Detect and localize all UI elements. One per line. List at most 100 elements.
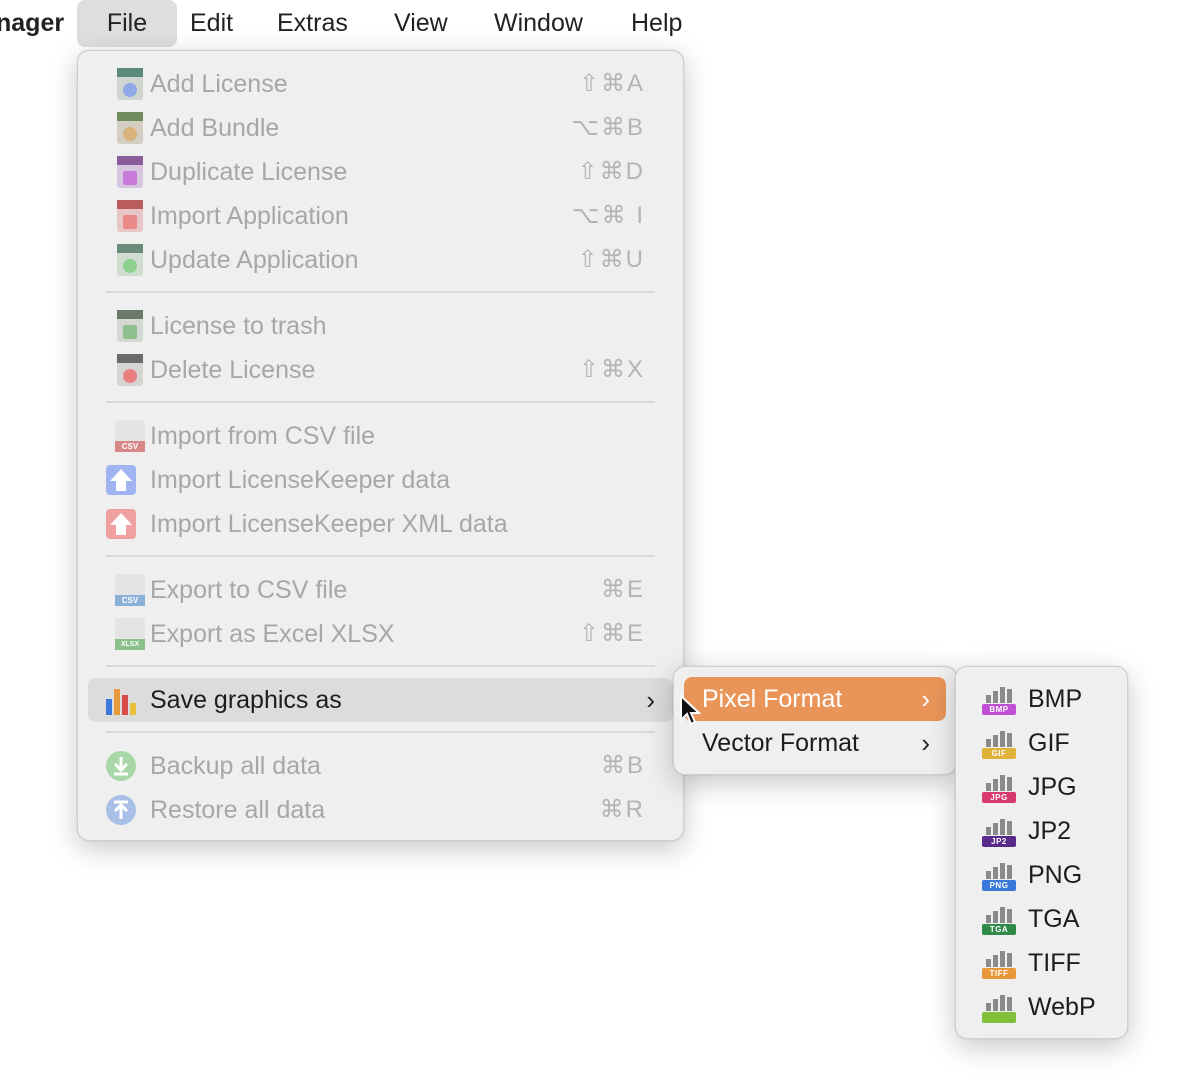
shortcut-label: ⇧⌘D bbox=[577, 158, 645, 185]
menu-item-format-jp2[interactable]: JP2 JP2 bbox=[966, 809, 1117, 853]
menu-item-add-license[interactable]: Add License ⇧⌘A bbox=[88, 62, 673, 106]
menu-item-import-application[interactable]: Import Application ⌥⌘ I bbox=[88, 194, 673, 238]
license-add-icon bbox=[117, 68, 143, 100]
image-format-icon: TIFF bbox=[982, 947, 1016, 979]
licensekeeper-import-icon bbox=[106, 465, 136, 495]
menu-item-format-tiff[interactable]: TIFF TIFF bbox=[966, 941, 1117, 985]
chevron-right-icon: › bbox=[921, 728, 930, 758]
menu-item-label: BMP bbox=[1028, 685, 1083, 713]
menu-item-format-bmp[interactable]: BMP BMP bbox=[966, 677, 1117, 721]
menu-separator bbox=[106, 665, 655, 667]
menu-item-label: Import LicenseKeeper XML data bbox=[150, 510, 508, 538]
menu-item-label: Pixel Format bbox=[702, 685, 843, 713]
menu-extras[interactable]: Extras bbox=[277, 0, 348, 48]
menu-item-label: Import Application bbox=[150, 202, 349, 230]
menu-item-label: License to trash bbox=[150, 312, 327, 340]
shortcut-label: ⇧⌘U bbox=[577, 246, 645, 273]
menu-item-label: Add License bbox=[150, 70, 288, 98]
licensekeeper-xml-import-icon bbox=[106, 509, 136, 539]
bundle-add-icon bbox=[117, 112, 143, 144]
chevron-right-icon: › bbox=[921, 684, 930, 714]
menu-item-format-gif[interactable]: GIF GIF bbox=[966, 721, 1117, 765]
menu-help[interactable]: Help bbox=[631, 0, 682, 48]
shortcut-label: ⌥⌘ I bbox=[572, 202, 645, 229]
menu-item-pixel-format[interactable]: Pixel Format › bbox=[684, 677, 946, 721]
image-format-icon: BMP bbox=[982, 683, 1016, 715]
bar-chart-icon bbox=[105, 685, 137, 715]
menu-separator bbox=[106, 291, 655, 293]
shortcut-label: ⇧⌘E bbox=[578, 620, 645, 647]
menu-item-delete-license[interactable]: Delete License ⇧⌘X bbox=[88, 348, 673, 392]
license-trash-icon bbox=[117, 310, 143, 342]
menu-item-format-tga[interactable]: TGA TGA bbox=[966, 897, 1117, 941]
menu-item-label: Import from CSV file bbox=[150, 422, 376, 450]
image-format-icon: TGA bbox=[982, 903, 1016, 935]
menu-item-label: TGA bbox=[1028, 905, 1080, 933]
backup-icon bbox=[106, 751, 136, 781]
shortcut-label: ⌘R bbox=[599, 796, 645, 823]
menu-item-format-webp[interactable]: WebP bbox=[966, 985, 1117, 1029]
license-duplicate-icon bbox=[117, 156, 143, 188]
menu-item-label: Add Bundle bbox=[150, 114, 280, 142]
license-delete-icon bbox=[117, 354, 143, 386]
shortcut-label: ⌥⌘B bbox=[571, 114, 645, 141]
menu-item-save-graphics[interactable]: Save graphics as › bbox=[88, 678, 673, 722]
file-menu: Add License ⇧⌘A Add Bundle ⌥⌘B Duplicate… bbox=[77, 50, 684, 841]
save-graphics-submenu: Pixel Format › Vector Format › bbox=[673, 666, 957, 775]
csv-export-icon: CSV bbox=[115, 574, 145, 606]
menu-item-label: TIFF bbox=[1028, 949, 1081, 977]
menu-item-label: Import LicenseKeeper data bbox=[150, 466, 451, 494]
menu-item-label: JPG bbox=[1028, 773, 1077, 801]
menu-separator bbox=[106, 555, 655, 557]
image-format-icon: PNG bbox=[982, 859, 1016, 891]
shortcut-label: ⇧⌘X bbox=[578, 356, 645, 383]
menu-item-backup[interactable]: Backup all data ⌘B bbox=[88, 744, 673, 788]
menu-item-label: Export to CSV file bbox=[150, 576, 348, 604]
update-application-icon bbox=[117, 244, 143, 276]
menu-item-label: GIF bbox=[1028, 729, 1070, 757]
menu-item-restore[interactable]: Restore all data ⌘R bbox=[88, 788, 673, 832]
menu-item-format-png[interactable]: PNG PNG bbox=[966, 853, 1117, 897]
menu-item-import-licensekeeper[interactable]: Import LicenseKeeper data bbox=[88, 458, 673, 502]
menu-file[interactable]: File bbox=[77, 0, 177, 47]
menu-window[interactable]: Window bbox=[494, 0, 583, 48]
menu-item-label: Restore all data bbox=[150, 796, 326, 824]
menu-item-label: PNG bbox=[1028, 861, 1083, 889]
menu-item-label: Update Application bbox=[150, 246, 359, 274]
menu-edit[interactable]: Edit bbox=[190, 0, 233, 48]
menu-item-import-licensekeeper-xml[interactable]: Import LicenseKeeper XML data bbox=[88, 502, 673, 546]
menu-item-label: Backup all data bbox=[150, 752, 321, 780]
menu-item-update-application[interactable]: Update Application ⇧⌘U bbox=[88, 238, 673, 282]
image-format-icon: JPG bbox=[982, 771, 1016, 803]
menu-item-add-bundle[interactable]: Add Bundle ⌥⌘B bbox=[88, 106, 673, 150]
chevron-right-icon: › bbox=[646, 685, 655, 715]
image-format-icon: GIF bbox=[982, 727, 1016, 759]
menu-separator bbox=[106, 731, 655, 733]
menu-item-import-csv[interactable]: CSV Import from CSV file bbox=[88, 414, 673, 458]
shortcut-label: ⌘E bbox=[600, 576, 645, 603]
menu-item-format-jpg[interactable]: JPG JPG bbox=[966, 765, 1117, 809]
menu-item-license-to-trash[interactable]: License to trash bbox=[88, 304, 673, 348]
app-menu[interactable]: nager bbox=[0, 0, 64, 48]
menu-item-vector-format[interactable]: Vector Format › bbox=[684, 721, 946, 765]
menu-item-duplicate-license[interactable]: Duplicate License ⇧⌘D bbox=[88, 150, 673, 194]
menu-item-label: JP2 bbox=[1028, 817, 1072, 845]
menu-item-label: Vector Format bbox=[702, 729, 859, 757]
menu-bar: nager File Edit Extras View Window Help bbox=[0, 0, 1200, 48]
menu-item-label: WebP bbox=[1028, 993, 1096, 1021]
menu-item-export-xlsx[interactable]: XLSX Export as Excel XLSX ⇧⌘E bbox=[88, 612, 673, 656]
menu-item-export-csv[interactable]: CSV Export to CSV file ⌘E bbox=[88, 568, 673, 612]
shortcut-label: ⌘B bbox=[600, 752, 645, 779]
restore-icon bbox=[106, 795, 136, 825]
menu-item-label: Duplicate License bbox=[150, 158, 348, 186]
menu-view[interactable]: View bbox=[394, 0, 448, 48]
menu-separator bbox=[106, 401, 655, 403]
csv-import-icon: CSV bbox=[115, 420, 145, 452]
image-format-icon bbox=[982, 991, 1016, 1023]
image-format-icon: JP2 bbox=[982, 815, 1016, 847]
mouse-cursor-icon bbox=[680, 694, 701, 726]
menu-item-label: Delete License bbox=[150, 356, 316, 384]
shortcut-label: ⇧⌘A bbox=[578, 70, 645, 97]
import-application-icon bbox=[117, 200, 143, 232]
xlsx-export-icon: XLSX bbox=[115, 618, 145, 650]
